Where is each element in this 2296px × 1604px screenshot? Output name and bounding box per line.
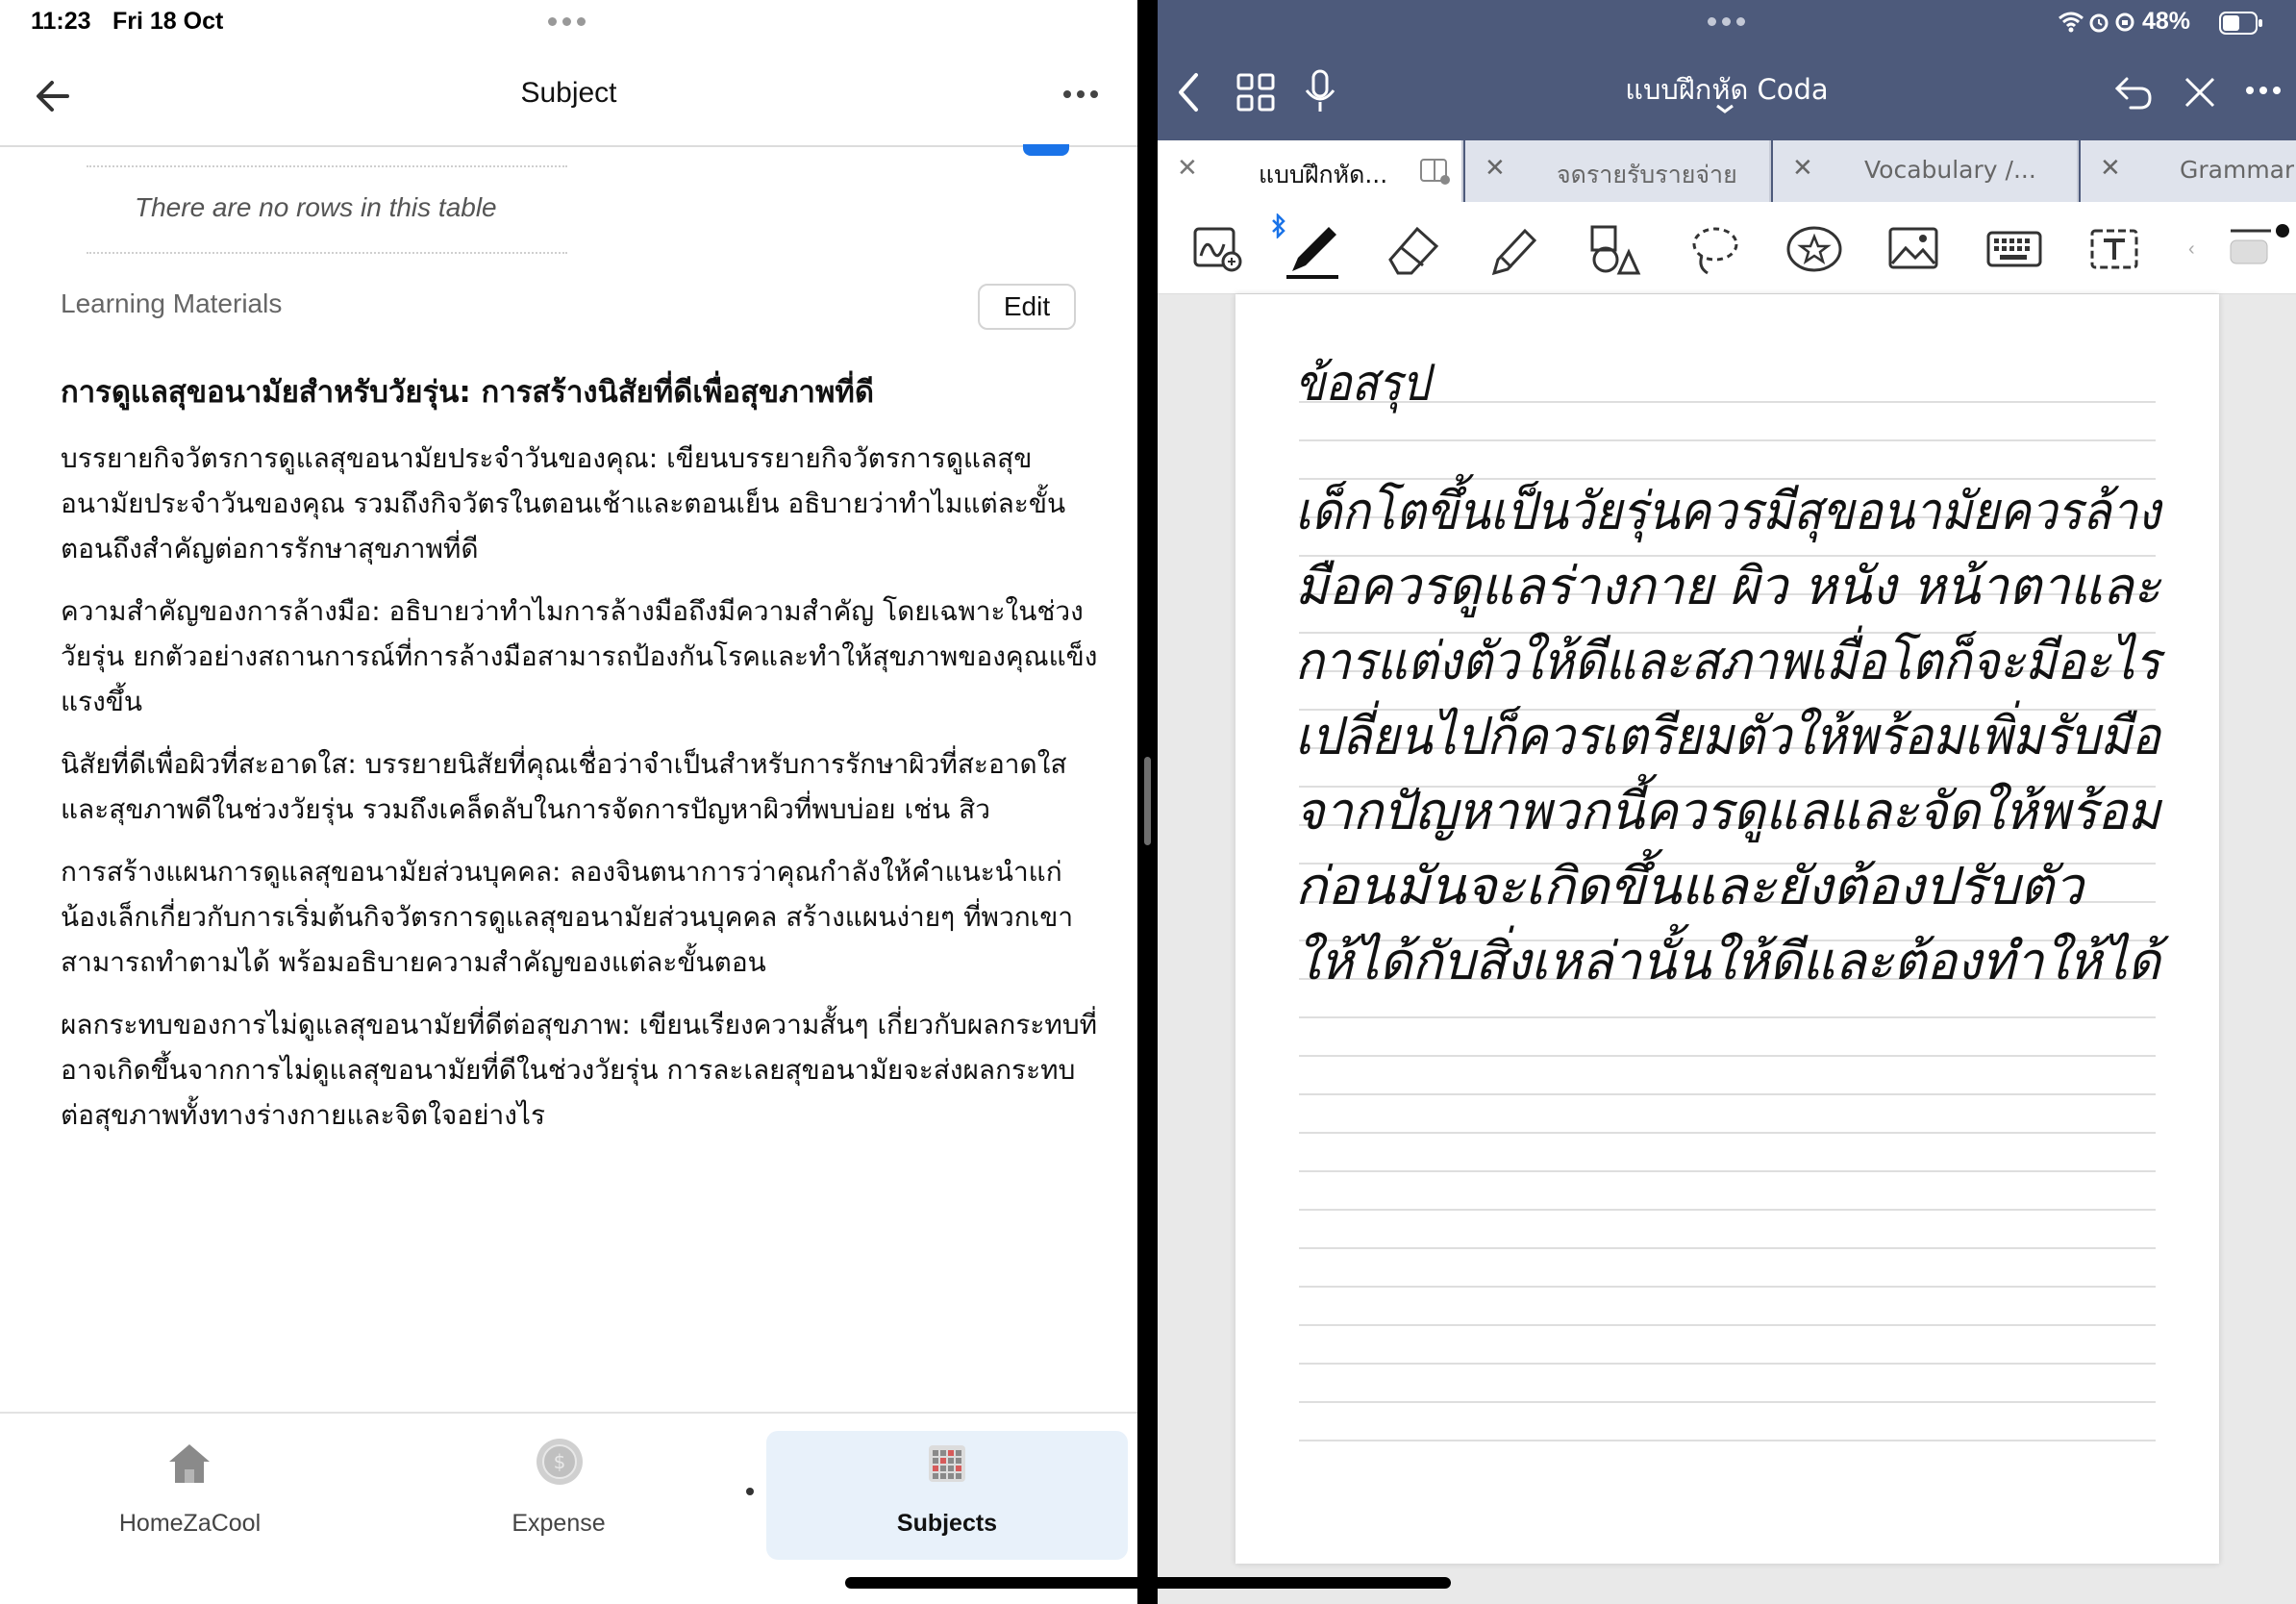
tab-label: จดรายรับรายจ่าย (1557, 161, 1737, 188)
notebook-page[interactable]: ข้อสรุปเด็กโตขึ้นเป็นวัยรุ่นควรมีสุขอนาม… (1235, 294, 2219, 1564)
close-tools-icon[interactable] (2183, 75, 2217, 110)
close-tab-icon[interactable]: ✕ (1177, 154, 1198, 183)
handwritten-line: จากปัญหาพวกนี้ควรดูแลและจัดให้พร้อม (1295, 773, 2162, 843)
close-tab-icon[interactable]: ✕ (1485, 154, 1506, 183)
paragraph: บรรยายกิจวัตรการดูแลสุขอนามัยประจำวันของ… (61, 442, 1066, 564)
empty-table-message: There are no rows in this table (135, 192, 497, 222)
chevron-down-icon[interactable] (1715, 104, 1734, 113)
status-time: 11:23 (31, 8, 91, 35)
multitask-handle-left[interactable] (548, 17, 586, 26)
tab-notebook-active[interactable]: ✕ แบบฝึกหัด... (1158, 140, 1463, 202)
drawing-toolbar: ‹ (1158, 202, 2296, 294)
image-icon[interactable] (1884, 219, 1944, 279)
handwritten-line: การแต่งตัวให้ดีและสภาพเมื่อโตก็จะมีอะไร (1295, 625, 2166, 691)
split-view: 11:23 Fri 18 Oct Subject There are no ro… (0, 0, 2296, 1604)
handwritten-line: ให้ได้กับสิ่งเหล่านั้นให้ดีและต้องทำให้ไ… (1295, 923, 2170, 991)
eraser-icon[interactable] (1385, 219, 1444, 279)
notebook-tabs: ✕ แบบฝึกหัด... ✕ จดรายรับรายจ่าย ✕ Vocab… (1158, 140, 2296, 202)
divider-grip[interactable] (1144, 757, 1151, 845)
calendar-grid-icon (929, 1445, 965, 1482)
nav-label: Subjects (896, 1510, 998, 1537)
document-title: การดูแลสุขอนามัยสำหรับวัยรุ่น: การสร้างน… (61, 375, 874, 410)
svg-text:$: $ (554, 1450, 566, 1473)
paragraph: ความสำคัญของการล้างมือ: อธิบายว่าทำไมการ… (61, 595, 1098, 717)
nav-label: Expense (512, 1510, 606, 1537)
coin-icon: $ (537, 1439, 583, 1485)
pen-color-swatch[interactable] (2225, 223, 2292, 275)
split-tab-icon[interactable] (1419, 158, 1452, 187)
bottom-navigation: HomeZaCool $ Expense Subjects (0, 1412, 1137, 1604)
tab-label: Vocabulary /... (1864, 156, 2036, 184)
paragraph: การสร้างแผนการดูแลสุขอนามัยส่วนบุคคล: ลอ… (61, 856, 1074, 978)
nav-item-expense[interactable]: $ Expense (452, 1414, 665, 1558)
battery-icon (2219, 12, 2262, 35)
battery-percent: 48% (2142, 8, 2191, 35)
keyboard-icon[interactable] (1984, 219, 2044, 279)
app-header: Subject (0, 52, 1137, 147)
learning-materials-content: การดูแลสุขอนามัยสำหรับวัยรุ่น: การสร้างน… (61, 370, 1099, 1155)
coda-app-pane: 11:23 Fri 18 Oct Subject There are no ro… (0, 0, 1137, 1604)
ruled-paper: ข้อสรุปเด็กโตขึ้นเป็นวัยรุ่นควรมีสุขอนาม… (1295, 355, 2170, 1441)
tab-label: แบบฝึกหัด... (1259, 161, 1388, 188)
pen-icon[interactable] (1285, 219, 1344, 279)
tab-notebook[interactable]: ✕ จดรายรับรายจ่าย (1465, 140, 1771, 202)
wifi-icon (2059, 12, 2084, 33)
paragraph: ผลกระทบของการไม่ดูแลสุขอนามัยที่ดีต่อสุข… (61, 1009, 1098, 1131)
handwritten-line: มือควรดูแลร่างกาย ผิว หนัง หน้าตาและ (1295, 556, 2162, 618)
alarm-icon (2089, 13, 2109, 33)
handwritten-line: เด็กโตขึ้นเป็นวัยรุ่นควรมีสุขอนามัยควรล้… (1295, 473, 2163, 543)
handwritten-line: เปลี่ยนไปก็ควรเตรียมตัวให้พร้อมเพิ่มรับม… (1295, 700, 2162, 766)
nav-item-homezacool[interactable]: HomeZaCool (87, 1414, 293, 1558)
divider (87, 165, 567, 167)
sticker-icon[interactable] (1784, 219, 1844, 279)
status-date: Fri 18 Oct (112, 8, 224, 35)
undo-icon[interactable] (2113, 73, 2154, 112)
text-box-icon[interactable] (2084, 219, 2144, 279)
toolbar-scroll-indicator: ‹ (2188, 238, 2195, 260)
edit-button[interactable]: Edit (978, 284, 1076, 330)
tab-notebook[interactable]: ✕ Grammar (2081, 140, 2296, 202)
more-options-icon[interactable] (2246, 87, 2281, 94)
tab-label: Grammar (2180, 156, 2295, 184)
nav-label: HomeZaCool (118, 1510, 262, 1537)
nav-item-subjects[interactable]: Subjects (766, 1431, 1128, 1560)
multitask-handle-right[interactable] (1708, 17, 1745, 26)
home-indicator[interactable] (845, 1577, 1451, 1589)
goodnotes-app-pane: 48% แบบฝึกหัด Coda ✕ แบบฝึกหัด... ✕ จดรา… (1158, 0, 2296, 1604)
paragraph: นิสัยที่ดีเพื่อผิวที่สะอาดใส: บรรยายนิสั… (61, 748, 1067, 825)
close-tab-icon[interactable]: ✕ (2100, 154, 2121, 183)
section-label: Learning Materials (61, 288, 283, 318)
highlighter-icon[interactable] (1485, 219, 1544, 279)
tab-notebook[interactable]: ✕ Vocabulary /... (1773, 140, 2079, 202)
notebook-header: 48% แบบฝึกหัด Coda (1158, 0, 2296, 140)
house-icon (169, 1444, 210, 1483)
divider (87, 252, 567, 254)
shapes-icon[interactable] (1585, 219, 1644, 279)
table-action-chip[interactable] (1023, 144, 1069, 156)
page-indicator-dot (746, 1488, 754, 1495)
handwritten-line: ข้อสรุป (1295, 355, 1435, 414)
rotation-lock-icon (2115, 13, 2134, 32)
split-divider[interactable] (1137, 0, 1158, 1604)
more-options-icon[interactable] (1063, 90, 1098, 98)
handwritten-line: ก่อนมันจะเกิดขึ้นและยังต้องปรับตัว (1295, 848, 2086, 916)
page-title: Subject (520, 77, 617, 109)
lasso-icon[interactable] (1685, 219, 1744, 279)
lasso-zoom-icon[interactable] (1189, 219, 1249, 279)
close-tab-icon[interactable]: ✕ (1792, 154, 1813, 183)
